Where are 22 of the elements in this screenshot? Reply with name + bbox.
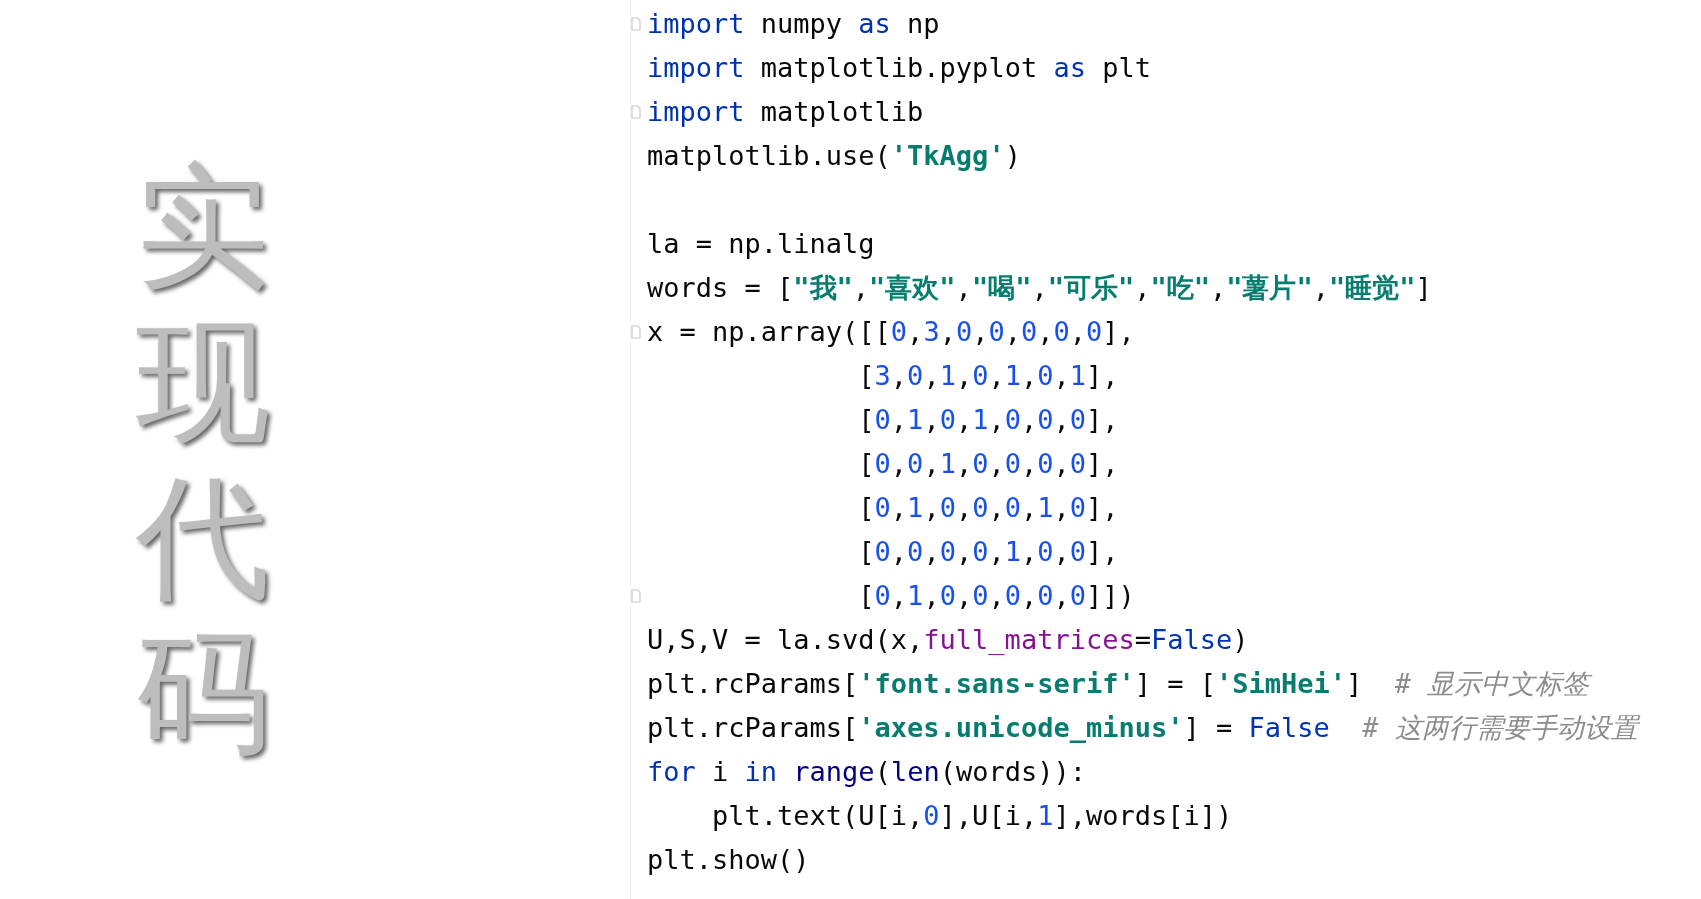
code-line: words = ["我","喜欢","喝","可乐","吃","薯片","睡觉"] [647,271,1432,305]
code-line: plt.text(U[i,0],U[i,1],words[i]) [711,799,1233,833]
code-line: import matplotlib [647,95,924,129]
code-line: plt.show() [647,843,810,877]
code-line: [0,0,1,0,0,0,0], [857,447,1119,481]
fold-marker-icon[interactable] [631,589,641,603]
fold-marker-icon[interactable] [631,105,641,119]
fold-marker-icon[interactable] [631,17,641,31]
code-line: la = np.linalg [647,227,875,261]
code-line: for i in range(len(words)): [647,755,1086,789]
code-line: U,S,V = la.svd(x,full_matrices=False) [647,623,1249,657]
code-line: [0,1,0,0,0,0,0]]) [857,579,1135,613]
code-line: [3,0,1,0,1,0,1], [857,359,1119,393]
fold-marker-icon[interactable] [631,325,641,339]
code-line: import matplotlib.pyplot as plt [647,51,1151,85]
code-line: x = np.array([[0,3,0,0,0,0,0], [647,315,1135,349]
code-line: matplotlib.use('TkAgg') [647,139,1021,173]
code-line: [0,0,0,0,1,0,0], [857,535,1119,569]
code-line: [0,1,0,1,0,0,0], [857,403,1119,437]
code-line: import numpy as np [647,7,940,41]
code-line: [0,1,0,0,0,1,0], [857,491,1119,525]
slide-title: 实现代码 [136,150,270,772]
